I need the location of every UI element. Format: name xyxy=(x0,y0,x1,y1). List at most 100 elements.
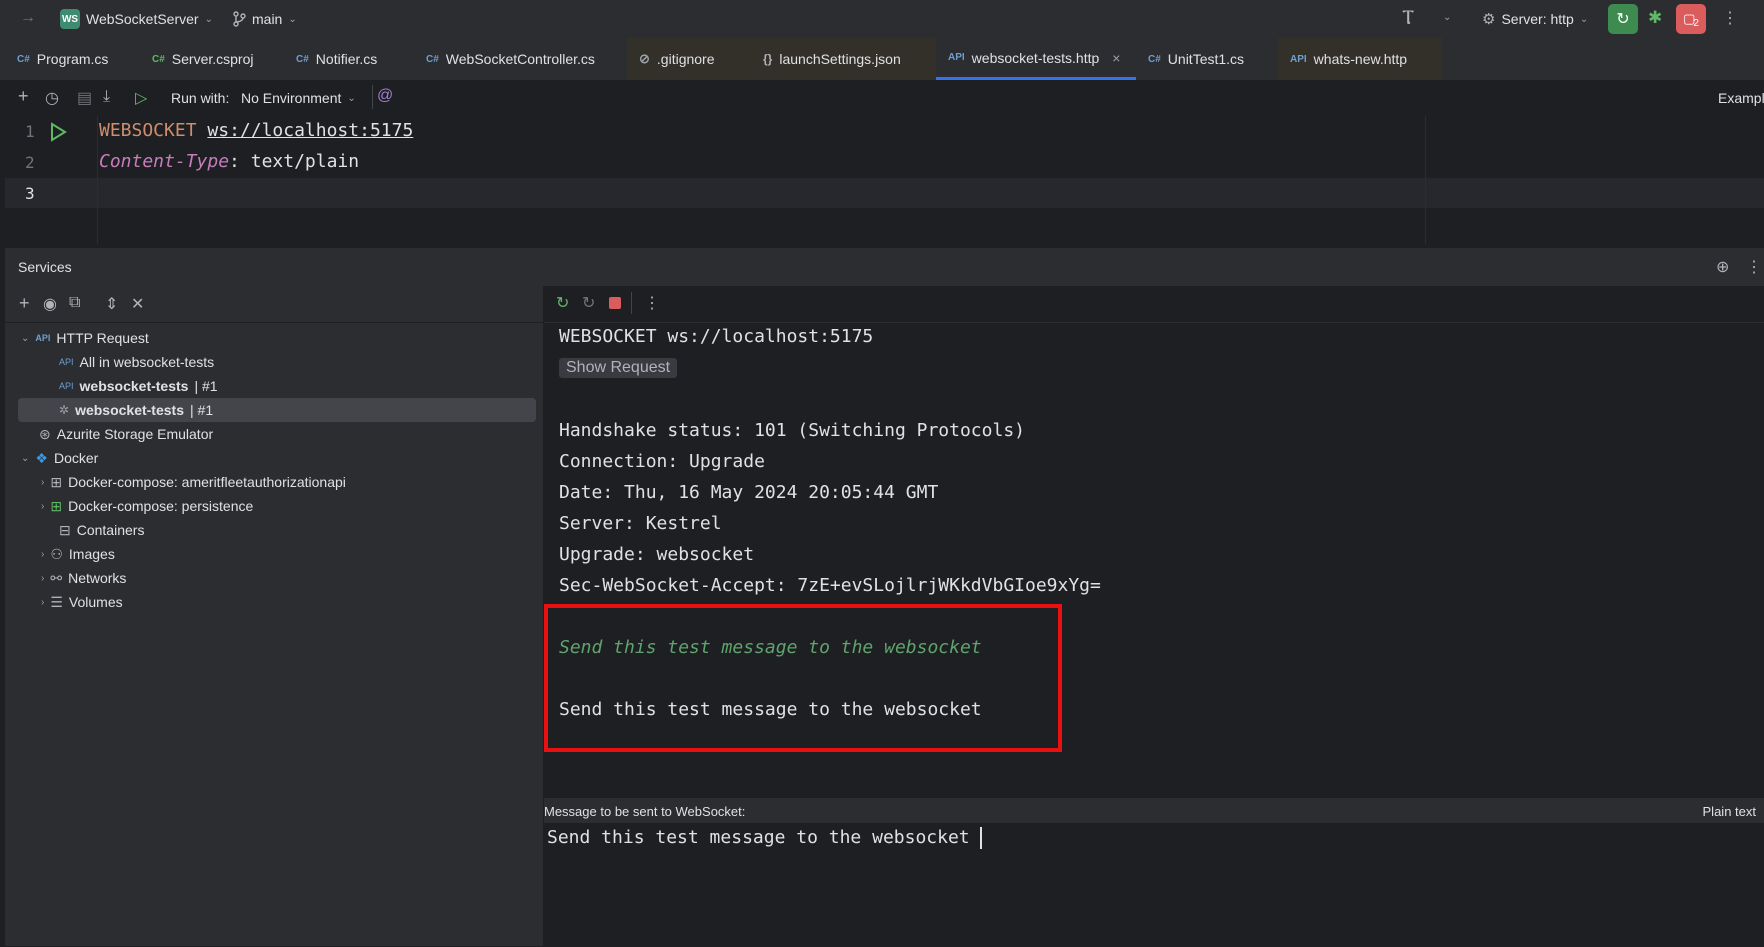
git-branch-icon xyxy=(233,11,246,27)
run-with-label: Run with: xyxy=(171,90,230,106)
chevron-right-icon: › xyxy=(41,476,45,488)
current-line-highlight xyxy=(5,178,1764,208)
websocket-output-panel: ↻ ↻ ⋮ WEBSOCKET ws://localhost:5175 Show… xyxy=(544,286,1764,947)
tree-label: Docker-compose: persistence xyxy=(68,498,254,514)
tree-item-http-request[interactable]: ⌄ API HTTP Request xyxy=(21,326,149,350)
tree-item-volumes[interactable]: › ☰ Volumes xyxy=(41,590,123,614)
output-header-line: Date: Thu, 16 May 2024 20:05:44 GMT xyxy=(559,482,939,503)
eye-icon[interactable]: ◉ xyxy=(43,294,57,314)
notifications-button[interactable]: ▢ 2 xyxy=(1676,4,1706,34)
tree-item-networks[interactable]: › ⚯ Networks xyxy=(41,566,126,590)
forward-arrow-icon[interactable]: → xyxy=(20,9,36,27)
run-config-selector[interactable]: ⚙ Server: http ⌄ xyxy=(1482,8,1588,30)
toolbar-divider xyxy=(631,292,632,314)
code-line-2: Content-Type: text/plain xyxy=(99,151,359,172)
message-pane-label: Message to be sent to WebSocket: xyxy=(544,804,746,819)
api-icon: API xyxy=(35,333,51,343)
line-number: 2 xyxy=(25,153,35,172)
text-cursor xyxy=(980,827,983,849)
show-request-button[interactable]: Show Request xyxy=(559,358,678,378)
services-tool-window-header: Services ⊕ ⋮ xyxy=(5,247,1764,286)
more-vertical-icon[interactable]: ⋮ xyxy=(1746,257,1762,277)
history-icon[interactable]: ◷ xyxy=(45,88,59,108)
rerun-icon[interactable]: ↻ xyxy=(556,293,569,313)
output-header-line: Handshake status: 101 (Switching Protoco… xyxy=(559,420,1025,441)
project-selector[interactable]: WS WebSocketServer ⌄ xyxy=(60,8,213,30)
tab-program-cs[interactable]: C# Program.cs xyxy=(5,38,140,80)
sent-message: Send this test message to the websocket xyxy=(559,637,982,658)
add-icon[interactable]: + xyxy=(18,86,29,107)
run-request-icon[interactable] xyxy=(48,122,68,142)
chevron-down-icon[interactable]: ⌄ xyxy=(1443,12,1451,23)
networks-icon: ⚯ xyxy=(50,569,63,586)
collapse-all-icon[interactable]: ✕ xyxy=(131,294,144,314)
settings-crosshair-icon[interactable]: ⊕ xyxy=(1716,257,1729,277)
code-line-1: WEBSOCKET ws://localhost:5175 xyxy=(99,120,413,141)
chevron-down-icon: ⌄ xyxy=(21,452,30,464)
tree-item-azurite[interactable]: ⊛ Azurite Storage Emulator xyxy=(39,422,213,446)
tab-gitignore[interactable]: ⊘ .gitignore xyxy=(627,38,751,80)
ignore-file-icon: ⊘ xyxy=(639,51,650,66)
tree-item-websocket-tests-2[interactable]: ✲ websocket-tests | #1 xyxy=(18,398,536,422)
tab-label: Notifier.cs xyxy=(315,51,378,67)
run-all-icon[interactable]: ▷ xyxy=(135,88,147,108)
tab-label: Server.csproj xyxy=(171,51,254,67)
output-header-line: Sec-WebSocket-Accept: 7zE+evSLojlrjWKkdV… xyxy=(559,575,1101,596)
tab-unittest1-cs[interactable]: C# UnitTest1.cs xyxy=(1136,38,1274,80)
branch-selector[interactable]: main ⌄ xyxy=(232,8,297,30)
line-number: 1 xyxy=(25,122,35,141)
tree-label: websocket-tests xyxy=(79,378,189,394)
api-icon: API xyxy=(948,52,965,63)
chevron-right-icon: › xyxy=(41,572,45,584)
tree-item-websocket-tests-1[interactable]: API websocket-tests | #1 xyxy=(59,374,218,398)
tree-label: HTTP Request xyxy=(56,330,149,346)
more-vertical-icon[interactable]: ⋮ xyxy=(644,293,660,313)
services-tree-toolbar: + ◉ ⧉ ⇕ ✕ xyxy=(5,286,543,323)
tab-websocket-tests-http[interactable]: API websocket-tests.http × xyxy=(936,38,1136,80)
message-input[interactable]: Send this test message to the websocket xyxy=(547,827,983,849)
tab-notifier-cs[interactable]: C# Notifier.cs xyxy=(284,38,414,80)
tab-websocketcontroller-cs[interactable]: C# WebSocketController.cs xyxy=(414,38,626,80)
tree-label: Volumes xyxy=(68,594,123,610)
message-pane-header: Message to be sent to WebSocket: Plain t… xyxy=(544,799,1764,823)
message-format-selector[interactable]: Plain text xyxy=(1703,804,1756,819)
csproj-icon: C# xyxy=(152,53,165,65)
tree-label: All in websocket-tests xyxy=(79,354,215,370)
close-icon[interactable]: × xyxy=(1112,50,1120,66)
new-tab-icon[interactable]: ⧉ xyxy=(69,294,80,312)
copy-icon[interactable]: ▤ xyxy=(77,88,92,108)
examples-link[interactable]: Exampl xyxy=(1718,90,1764,106)
tree-item-compose-persistence[interactable]: › ⊞ Docker-compose: persistence xyxy=(41,494,253,518)
message-input-value: Send this test message to the websocket xyxy=(547,827,981,848)
tab-label: whats-new.http xyxy=(1313,51,1408,67)
rerun-button[interactable]: ↻ xyxy=(1608,4,1638,34)
at-sign-icon[interactable]: @ xyxy=(377,87,393,105)
tab-whats-new-http[interactable]: API whats-new.http xyxy=(1278,38,1442,80)
more-vertical-icon[interactable]: ⋮ xyxy=(1722,8,1738,28)
api-icon: API xyxy=(1290,53,1307,65)
tab-launchsettings-json[interactable]: {} launchSettings.json xyxy=(751,38,936,80)
import-icon[interactable]: ⤓ xyxy=(103,88,110,106)
environment-selector[interactable]: No Environment ⌄ xyxy=(241,90,356,106)
code-editor[interactable]: 1 2 3 WEBSOCKET ws://localhost:5175 Cont… xyxy=(5,116,1764,244)
tree-item-docker[interactable]: ⌄ ❖ Docker xyxy=(21,446,98,470)
request-url[interactable]: ws://localhost:5175 xyxy=(207,120,413,141)
chevron-right-icon: › xyxy=(41,500,45,512)
tree-item-images[interactable]: › ⚇ Images xyxy=(41,542,115,566)
debug-bug-icon[interactable]: ✱ xyxy=(1648,8,1662,28)
output-request-line: WEBSOCKET ws://localhost:5175 xyxy=(559,326,874,347)
header-separator: : xyxy=(229,151,240,172)
chevron-right-icon: › xyxy=(41,548,45,560)
tab-server-csproj[interactable]: C# Server.csproj xyxy=(140,38,284,80)
rerun-stopped-icon[interactable]: ↻ xyxy=(582,293,595,313)
expand-all-icon[interactable]: ⇕ xyxy=(105,294,118,314)
http-editor-toolbar: + ◷ ▤ ⤓ ▷ Run with: No Environment ⌄ @ E… xyxy=(5,80,1764,117)
tree-item-compose-auth[interactable]: › ⊞ Docker-compose: ameritfleetauthorizati… xyxy=(41,470,346,494)
volumes-icon: ☰ xyxy=(50,593,63,610)
right-margin-guide xyxy=(1425,116,1426,244)
tree-item-containers[interactable]: ⊟ Containers xyxy=(59,518,144,542)
tree-item-all-in-tests[interactable]: API All in websocket-tests xyxy=(59,350,214,374)
stop-icon[interactable] xyxy=(609,297,621,309)
build-hammer-icon[interactable]: Ⲧ xyxy=(1402,7,1414,30)
add-service-icon[interactable]: + xyxy=(19,293,30,314)
